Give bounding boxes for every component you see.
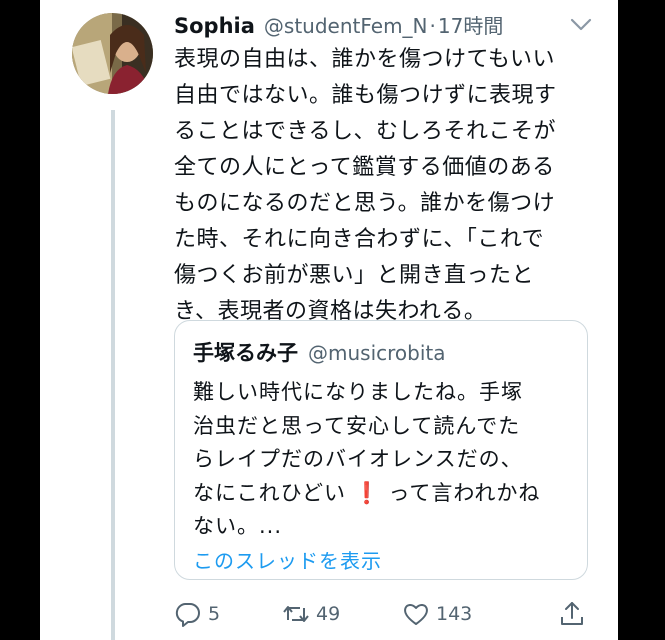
avatar-photo [72, 13, 153, 94]
reply-icon [175, 603, 200, 627]
timestamp[interactable]: 17時間 [438, 10, 503, 39]
retweet-icon [283, 606, 309, 622]
retweet-button[interactable]: 49 [282, 596, 340, 632]
like-count: 143 [436, 603, 473, 625]
author-name[interactable]: Sophia [174, 14, 255, 38]
author-handle[interactable]: @studentFem_N [264, 14, 428, 38]
tweet-card[interactable]: Sophia @studentFem_N · 17時間 表現の自由は、誰かを傷つ… [40, 0, 618, 640]
reply-count: 5 [208, 603, 221, 625]
tweet-header: Sophia @studentFem_N · 17時間 [174, 10, 614, 44]
chevron-down-icon[interactable] [570, 18, 592, 32]
quoted-text: 難しい時代になりましたね。手塚 治虫だと思って安心して読んでた らレイプだのバイ… [193, 376, 573, 544]
action-bar: 5 49 143 [174, 596, 614, 632]
share-button[interactable] [558, 596, 586, 632]
show-thread-link[interactable]: このスレッドを表示 [193, 545, 382, 574]
like-icon [404, 604, 428, 625]
exclamation-emoji: ❗ [353, 480, 381, 505]
avatar[interactable] [72, 13, 153, 94]
quoted-author-name: 手塚るみ子 [193, 341, 298, 365]
separator-dot: · [429, 14, 436, 38]
quoted-author-handle: @musicrobita [308, 341, 446, 365]
quoted-header: 手塚るみ子 @musicrobita [193, 337, 446, 367]
thread-line [111, 110, 115, 640]
like-button[interactable]: 143 [402, 596, 472, 632]
retweet-count: 49 [316, 603, 341, 625]
share-icon [561, 602, 583, 625]
tweet-text: 表現の自由は、誰かを傷つけてもいい 自由ではない。誰も傷つけずに表現す ることは… [174, 47, 557, 324]
reply-button[interactable]: 5 [174, 596, 220, 632]
quoted-tweet[interactable]: 手塚るみ子 @musicrobita 難しい時代になりましたね。手塚 治虫だと思… [174, 320, 588, 580]
